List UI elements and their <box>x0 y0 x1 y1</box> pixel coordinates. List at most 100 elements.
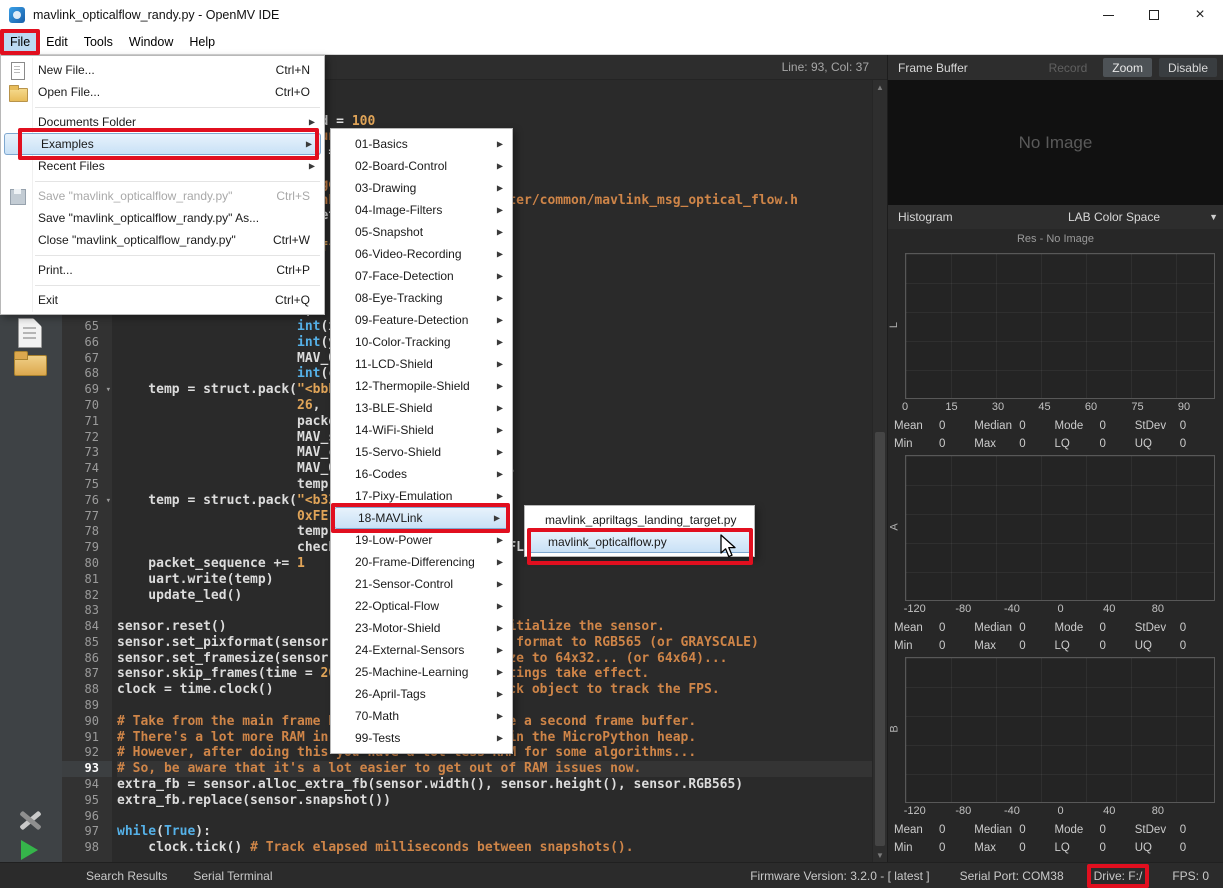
examples-item-13-ble-shield[interactable]: 13-BLE-Shield▶ <box>331 397 512 419</box>
examples-item-23-motor-shield[interactable]: 23-Motor-Shield▶ <box>331 617 512 639</box>
color-space-select[interactable]: LAB Color Space ▼ <box>1005 205 1223 229</box>
examples-item-12-thermopile-shield[interactable]: 12-Thermopile-Shield▶ <box>331 375 512 397</box>
submenu-arrow-icon: ▶ <box>497 382 503 391</box>
scrollbar-thumb[interactable] <box>875 432 885 846</box>
examples-item-07-face-detection[interactable]: 07-Face-Detection▶ <box>331 265 512 287</box>
new-file-toolbar-icon[interactable] <box>18 318 42 348</box>
disable-button[interactable]: Disable <box>1159 58 1217 77</box>
menubar-item-edit[interactable]: Edit <box>38 30 76 54</box>
openmv-app-icon <box>9 7 25 23</box>
close-button[interactable]: × <box>1177 0 1223 30</box>
examples-item-10-color-tracking[interactable]: 10-Color-Tracking▶ <box>331 331 512 353</box>
tools-icon[interactable] <box>16 805 44 835</box>
histogram-title: Histogram <box>898 210 1005 224</box>
examples-item-17-pixy-emulation[interactable]: 17-Pixy-Emulation▶ <box>331 485 512 507</box>
menu-item-label: 14-WiFi-Shield <box>337 423 504 437</box>
examples-item-18-mavlink[interactable]: 18-MAVLink▶ <box>334 507 509 529</box>
stat-max: Max0 <box>974 438 1054 450</box>
file-menu-item-examples[interactable]: Examples▶ <box>4 133 321 155</box>
menubar-item-file[interactable]: File <box>2 30 38 54</box>
examples-item-02-board-control[interactable]: 02-Board-Control▶ <box>331 155 512 177</box>
examples-item-14-wifi-shield[interactable]: 14-WiFi-Shield▶ <box>331 419 512 441</box>
code-line[interactable]: extra_fb.replace(sensor.snapshot()) <box>117 793 872 809</box>
line-number: 83 <box>62 603 112 619</box>
fold-marker-icon[interactable]: ▾ <box>106 494 111 510</box>
examples-item-26-april-tags[interactable]: 26-April-Tags▶ <box>331 683 512 705</box>
line-number: 68 <box>62 366 112 382</box>
tick-label: -120 <box>904 805 926 817</box>
examples-item-16-codes[interactable]: 16-Codes▶ <box>331 463 512 485</box>
code-line[interactable]: clock.tick() # Track elapsed millisecond… <box>117 840 872 856</box>
line-number: 82 <box>62 588 112 604</box>
mavlink-item-mavlink-opticalflow-py[interactable]: mavlink_opticalflow.py <box>528 531 751 553</box>
examples-item-09-feature-detection[interactable]: 09-Feature-Detection▶ <box>331 309 512 331</box>
zoom-button[interactable]: Zoom <box>1103 58 1152 77</box>
examples-item-06-video-recording[interactable]: 06-Video-Recording▶ <box>331 243 512 265</box>
scroll-down-icon[interactable]: ▼ <box>873 848 887 862</box>
file-menu-item-print[interactable]: Print...Ctrl+P <box>1 259 324 281</box>
axis-label: A <box>889 523 901 530</box>
code-line[interactable]: while(True): <box>117 824 872 840</box>
frame-buffer-title: Frame Buffer <box>898 61 1033 75</box>
file-menu-item-save-mavlink-opticalflow-randy-py-as[interactable]: Save "mavlink_opticalflow_randy.py" As..… <box>1 207 324 229</box>
examples-item-05-snapshot[interactable]: 05-Snapshot▶ <box>331 221 512 243</box>
menu-separator <box>1 251 324 259</box>
maximize-button[interactable] <box>1131 0 1177 30</box>
examples-item-15-servo-shield[interactable]: 15-Servo-Shield▶ <box>331 441 512 463</box>
examples-item-20-frame-differencing[interactable]: 20-Frame-Differencing▶ <box>331 551 512 573</box>
examples-item-99-tests[interactable]: 99-Tests▶ <box>331 727 512 749</box>
menu-item-label: 12-Thermopile-Shield <box>337 379 504 393</box>
examples-item-08-eye-tracking[interactable]: 08-Eye-Tracking▶ <box>331 287 512 309</box>
scroll-up-icon[interactable]: ▲ <box>873 80 887 94</box>
examples-item-01-basics[interactable]: 01-Basics▶ <box>331 133 512 155</box>
minimize-button[interactable] <box>1085 0 1131 30</box>
examples-item-21-sensor-control[interactable]: 21-Sensor-Control▶ <box>331 573 512 595</box>
axis-ticks: 0153045607590 <box>905 401 1215 415</box>
status-drive[interactable]: Drive: F:/ <box>1094 869 1143 883</box>
code-line[interactable]: extra_fb = sensor.alloc_extra_fb(sensor.… <box>117 777 872 793</box>
axis-ticks: -120-80-4004080 <box>905 603 1215 617</box>
tab-search-results[interactable]: Search Results <box>86 869 167 883</box>
line-number: 67 <box>62 351 112 367</box>
tab-serial-terminal[interactable]: Serial Terminal <box>193 869 272 883</box>
examples-item-70-math[interactable]: 70-Math▶ <box>331 705 512 727</box>
file-menu-item-exit[interactable]: ExitCtrl+Q <box>1 289 324 311</box>
submenu-arrow-icon: ▶ <box>497 668 503 677</box>
line-number: 90 <box>62 714 112 730</box>
examples-item-04-image-filters[interactable]: 04-Image-Filters▶ <box>331 199 512 221</box>
file-menu-item-open-file[interactable]: Open File...Ctrl+O <box>1 81 324 103</box>
code-line[interactable]: # So, be aware that it's a lot easier to… <box>117 761 872 777</box>
examples-item-19-low-power[interactable]: 19-Low-Power▶ <box>331 529 512 551</box>
window-title: mavlink_opticalflow_randy.py - OpenMV ID… <box>33 8 279 22</box>
file-menu-item-recent-files[interactable]: Recent Files▶ <box>1 155 324 177</box>
file-menu-item-new-file[interactable]: New File...Ctrl+N <box>1 59 324 81</box>
line-number: 71 <box>62 414 112 430</box>
run-script-button[interactable] <box>21 840 38 860</box>
menubar-item-help[interactable]: Help <box>181 30 223 54</box>
examples-item-22-optical-flow[interactable]: 22-Optical-Flow▶ <box>331 595 512 617</box>
examples-item-25-machine-learning[interactable]: 25-Machine-Learning▶ <box>331 661 512 683</box>
menu-item-label: Open File... <box>29 85 275 99</box>
stat-lq: LQ0 <box>1055 842 1135 854</box>
open-file-toolbar-icon[interactable] <box>14 351 46 377</box>
histogram-channel-a: A-120-80-4004080Mean0Median0Mode0StDev0M… <box>888 453 1219 655</box>
examples-item-03-drawing[interactable]: 03-Drawing▶ <box>331 177 512 199</box>
submenu-arrow-icon: ▶ <box>494 514 500 523</box>
stat-lq: LQ0 <box>1055 438 1135 450</box>
file-menu: New File...Ctrl+NOpen File...Ctrl+O Docum… <box>0 55 325 315</box>
fold-marker-icon[interactable]: ▾ <box>106 383 111 399</box>
file-menu-item-close-mavlink-opticalflow-randy-py[interactable]: Close "mavlink_opticalflow_randy.py"Ctrl… <box>1 229 324 251</box>
mavlink-item-mavlink-apriltags-landing-target-py[interactable]: mavlink_apriltags_landing_target.py <box>525 509 754 531</box>
editor-scrollbar[interactable]: ▲ ▼ <box>872 80 887 862</box>
file-menu-item-documents-folder[interactable]: Documents Folder▶ <box>1 111 324 133</box>
menubar-item-window[interactable]: Window <box>121 30 181 54</box>
stat-min: Min0 <box>894 640 974 652</box>
examples-item-24-external-sensors[interactable]: 24-External-Sensors▶ <box>331 639 512 661</box>
examples-item-11-lcd-shield[interactable]: 11-LCD-Shield▶ <box>331 353 512 375</box>
code-line[interactable] <box>117 809 872 825</box>
menu-item-label: 70-Math <box>337 709 504 723</box>
menubar-item-tools[interactable]: Tools <box>76 30 121 54</box>
submenu-arrow-icon: ▶ <box>497 624 503 633</box>
line-number: 70 <box>62 398 112 414</box>
menu-item-label: Examples <box>32 137 313 151</box>
